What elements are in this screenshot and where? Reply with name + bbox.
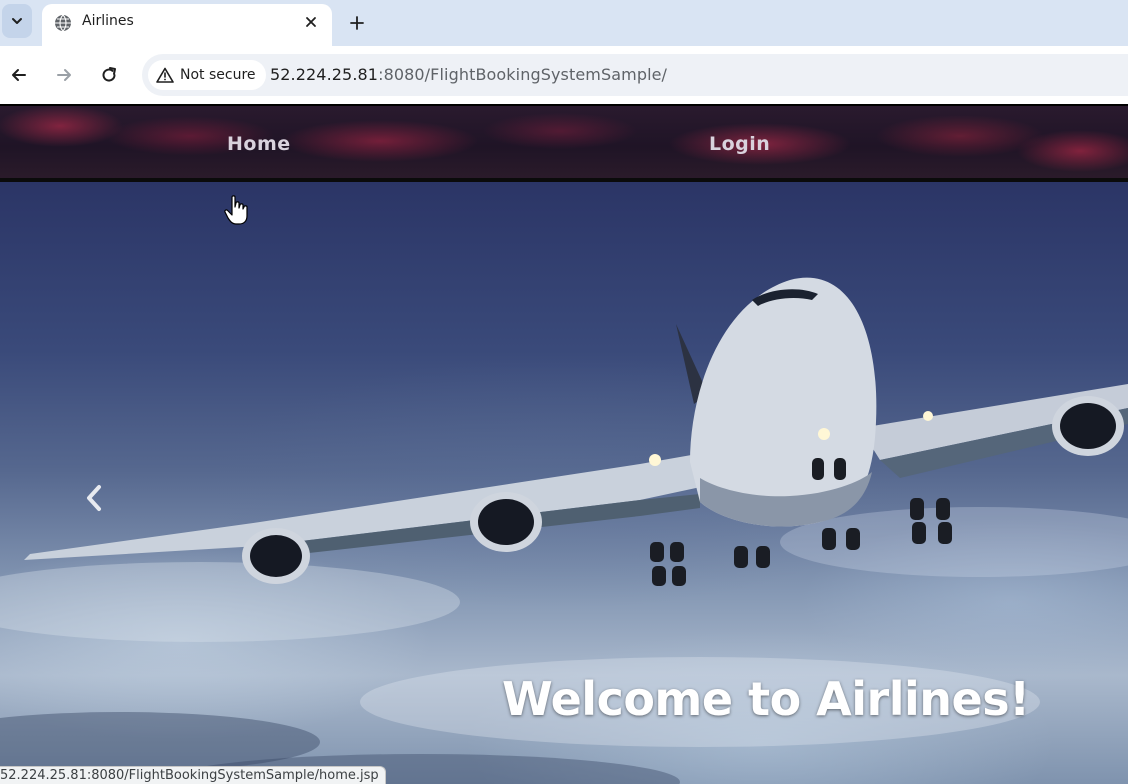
reload-button[interactable] [96,62,122,88]
chevron-left-icon [87,485,101,511]
browser-tab-strip: Airlines [0,0,1128,46]
hero-heading: Welcome to Airlines! [502,672,1030,726]
warning-icon [156,67,174,83]
browser-toolbar: Not secure 52.224.25.81:8080/FlightBooki… [0,46,1128,104]
hero-carousel: Welcome to Airlines! [0,182,1128,784]
back-button[interactable] [6,62,32,88]
new-tab-button[interactable] [344,10,370,36]
nav-login-link[interactable]: Login [709,133,770,155]
url-text[interactable]: 52.224.25.81:8080/FlightBookingSystemSam… [270,65,667,84]
address-bar[interactable]: Not secure 52.224.25.81:8080/FlightBooki… [142,54,1128,96]
arrow-right-icon [57,69,71,81]
browser-tab[interactable]: Airlines [42,4,332,46]
tab-search-button[interactable] [2,4,32,38]
url-host: 52.224.25.81 [270,65,379,84]
close-icon [306,17,316,27]
web-page: Home Login Welcome to Airlines! [0,106,1128,784]
carousel-prev-button[interactable] [84,484,114,524]
chevron-down-icon [12,18,22,24]
nav-home-link[interactable]: Home [227,133,291,155]
globe-icon [55,14,71,32]
site-navbar: Home Login [0,106,1128,180]
forward-button[interactable] [51,62,77,88]
tab-close-button[interactable] [302,13,320,31]
hand-cursor-icon [224,195,248,225]
tab-title: Airlines [82,13,134,29]
plus-icon [350,16,364,30]
arrow-left-icon [12,69,26,81]
security-label: Not secure [180,67,256,83]
url-path: :8080/FlightBookingSystemSample/ [378,65,668,84]
link-status-bubble: 52.224.25.81:8080/FlightBookingSystemSam… [0,766,386,784]
security-indicator[interactable]: Not secure [148,60,266,90]
reload-icon [102,67,116,82]
